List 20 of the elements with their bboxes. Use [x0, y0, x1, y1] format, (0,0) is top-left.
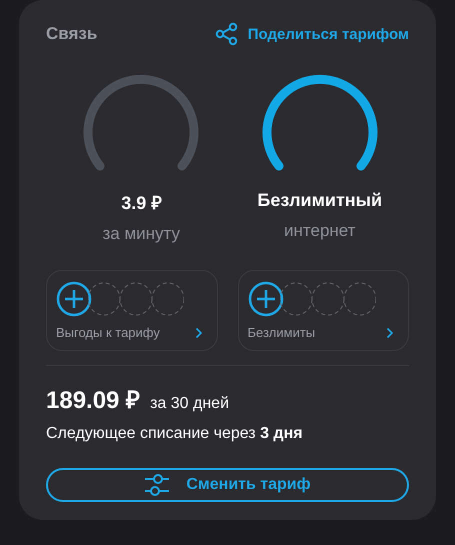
- chevron-right-icon: [386, 326, 394, 338]
- gauge-value: Безлимитный: [257, 190, 382, 211]
- addon-card[interactable]: Безлимиты: [238, 270, 409, 351]
- share-link[interactable]: Поделиться тарифом: [214, 22, 409, 46]
- share-icon: [214, 22, 239, 46]
- gauge-caption: интернет: [284, 221, 356, 241]
- addon-card[interactable]: Выгоды к тарифу: [46, 270, 218, 351]
- chevron-right-icon: [194, 326, 202, 338]
- price-period: за 30 дней: [150, 394, 230, 413]
- section-title: Связь: [46, 24, 98, 44]
- addon-label: Выгоды к тарифу: [56, 325, 160, 340]
- gauge-value: 3.9 ₽: [121, 192, 162, 214]
- sliders-icon: [144, 472, 170, 498]
- price-amount: 189.09 ₽: [46, 386, 140, 415]
- change-tariff-button[interactable]: Сменить тариф: [46, 468, 409, 502]
- next-charge-text: Следующее списание через 3 дня: [46, 424, 304, 443]
- gauge-caption: за минуту: [102, 224, 180, 244]
- add-icon[interactable]: [56, 281, 92, 317]
- add-icon[interactable]: [248, 281, 284, 317]
- addon-label: Безлимиты: [248, 325, 316, 340]
